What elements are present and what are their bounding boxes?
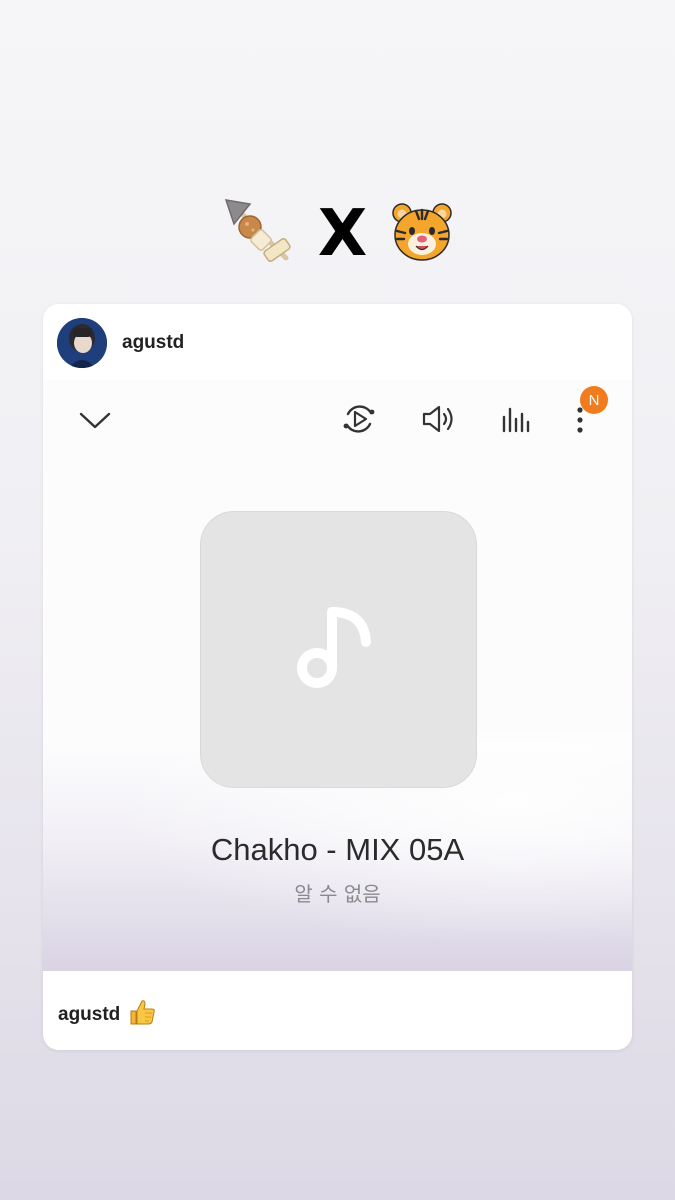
thumbs-up-emoji xyxy=(128,998,156,1032)
tiger-face-emoji xyxy=(389,199,455,270)
chevron-down-icon[interactable] xyxy=(77,402,113,438)
caption-x-text: X xyxy=(317,197,368,271)
notification-badge: N xyxy=(580,386,608,414)
post-caption: agustd xyxy=(58,998,156,1032)
volume-icon[interactable] xyxy=(419,400,457,438)
avatar[interactable] xyxy=(57,318,107,368)
music-player-screenshot: N Chakho - MIX 05A 알 수 없음 xyxy=(43,380,632,971)
track-title: Chakho - MIX 05A xyxy=(210,832,465,867)
album-art-placeholder xyxy=(200,511,477,788)
story-caption: X xyxy=(0,196,675,272)
repeat-play-icon[interactable] xyxy=(340,399,378,439)
shared-post-card: agustd N Chakho - MIX 05A 알 수 없음 agustd xyxy=(43,304,632,1050)
caption-username[interactable]: agustd xyxy=(58,1004,120,1026)
track-artist: 알 수 없음 xyxy=(294,882,381,906)
equalizer-icon[interactable] xyxy=(497,401,535,439)
music-note-icon xyxy=(294,602,384,697)
post-username[interactable]: agustd xyxy=(122,332,184,354)
oden-skewer-emoji xyxy=(220,194,296,275)
post-footer: agustd xyxy=(43,971,632,1050)
post-header: agustd xyxy=(43,304,632,380)
